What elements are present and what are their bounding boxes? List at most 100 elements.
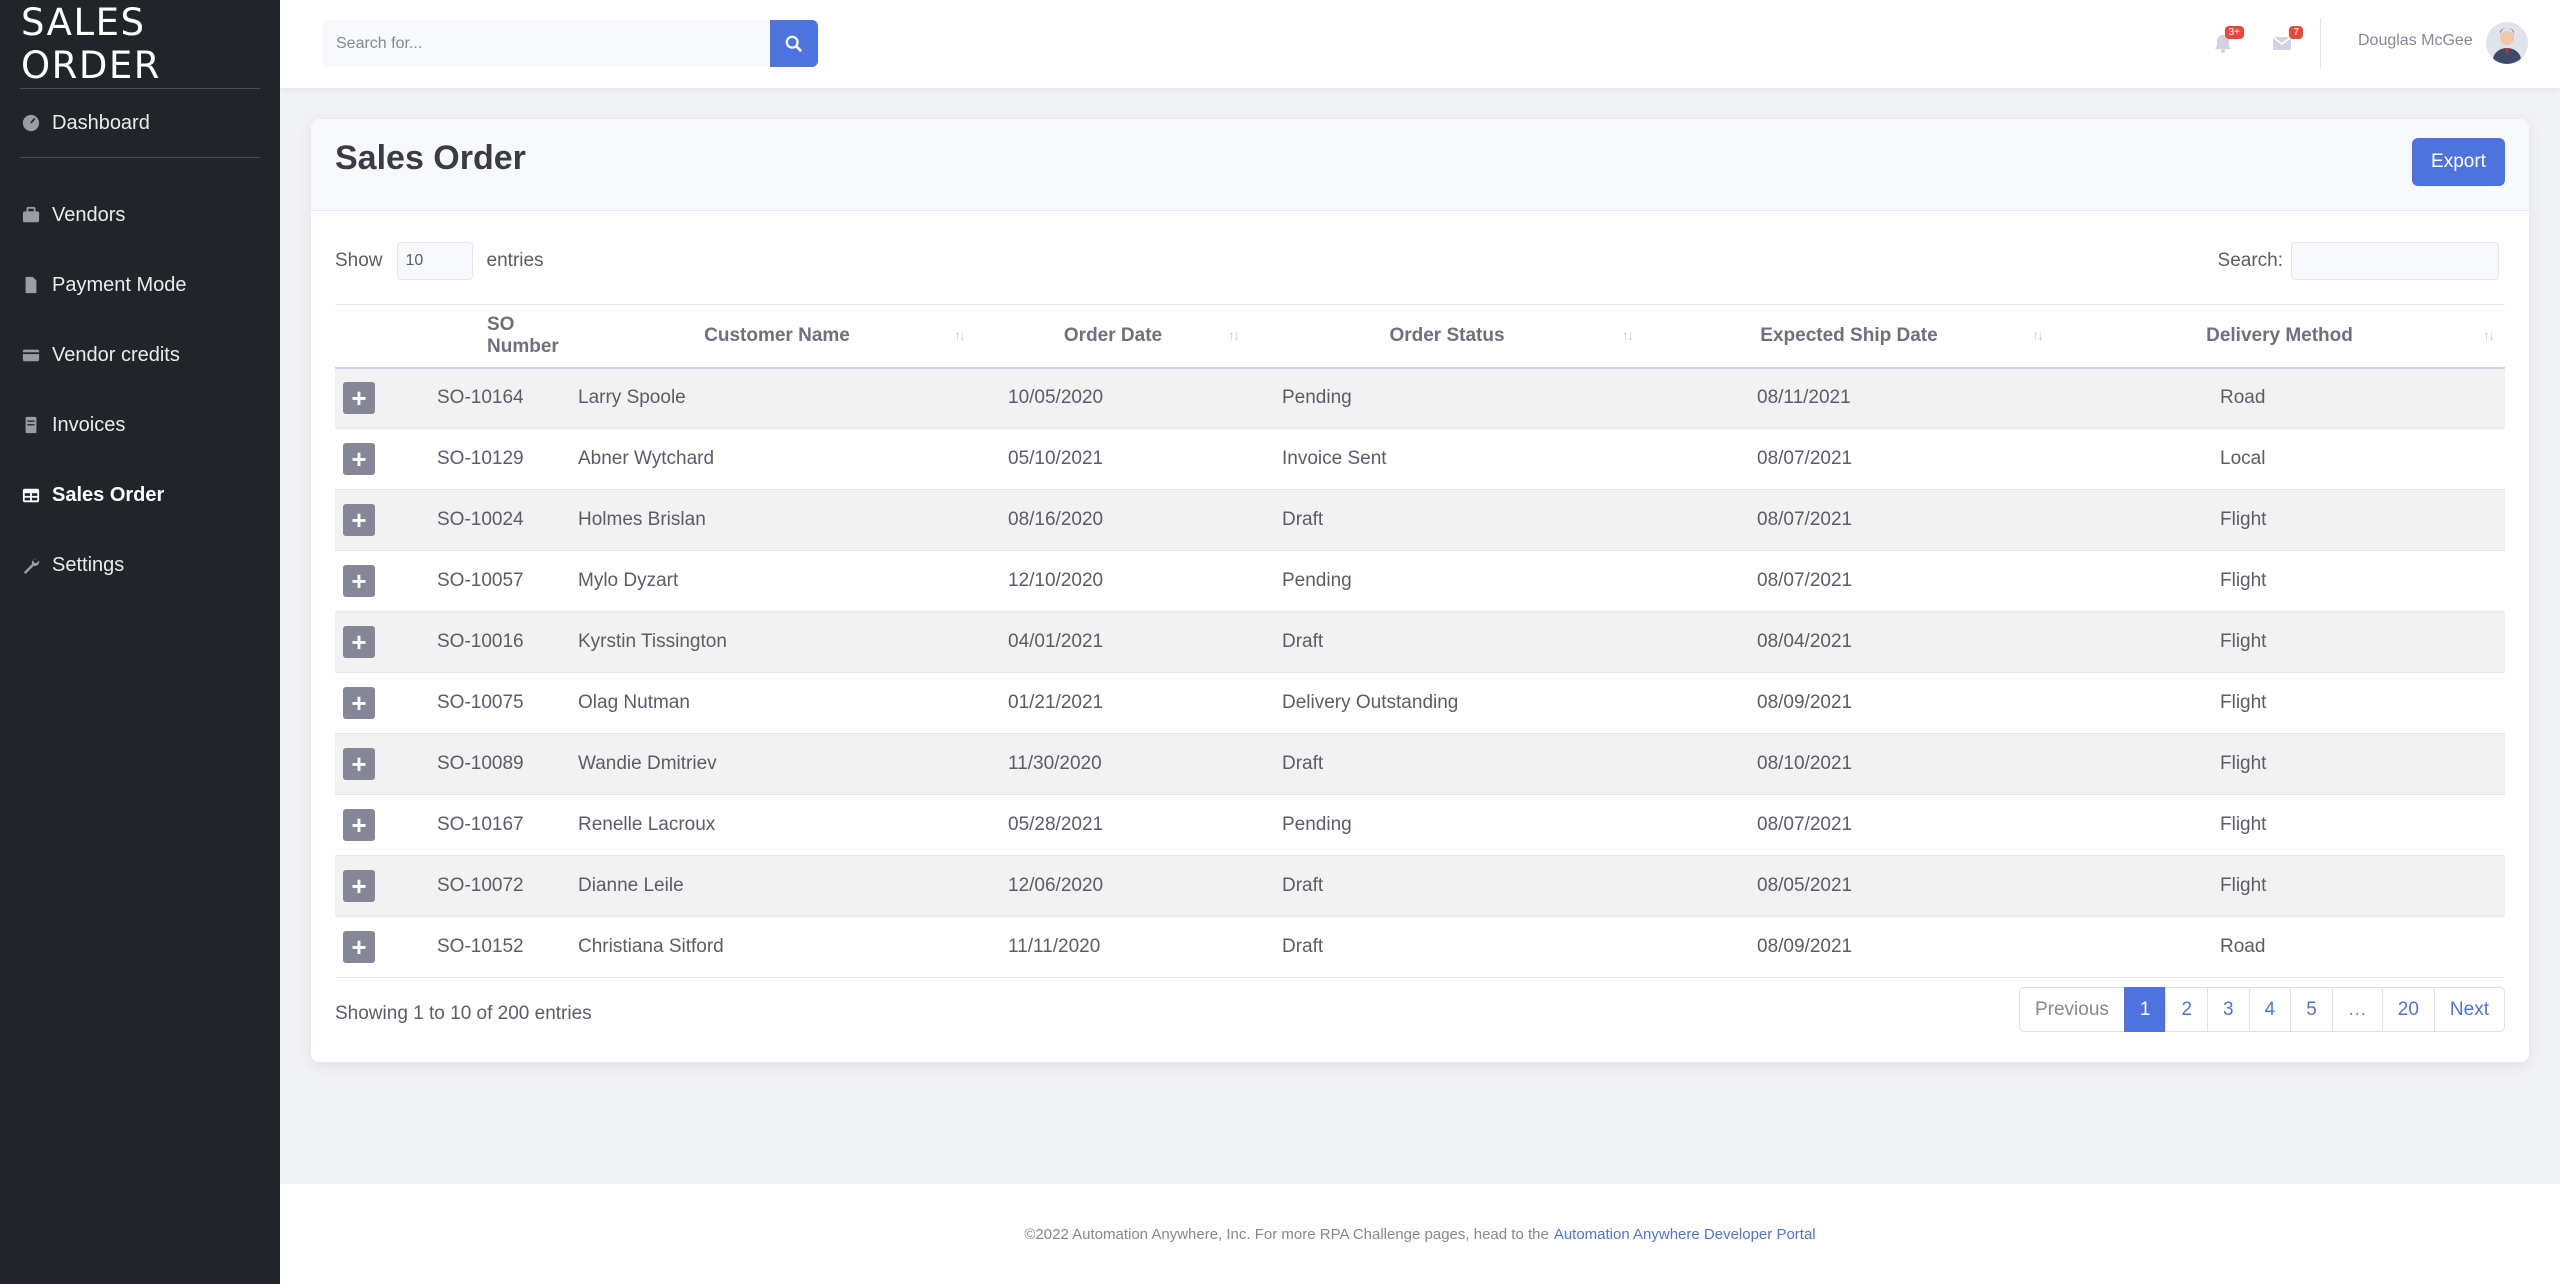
cell-so-number: SO-10089 <box>425 733 578 795</box>
expand-cell: + <box>335 794 425 856</box>
sidebar-item-payment-mode[interactable]: Payment Mode <box>0 250 280 320</box>
cell-delivery-method: Flight <box>2054 794 2505 856</box>
wrench-icon <box>22 556 40 574</box>
sidebar-item-sales-order[interactable]: Sales Order <box>0 460 280 530</box>
cell-expected-ship-date: 08/09/2021 <box>1644 916 2054 978</box>
cell-order-date: 12/06/2020 <box>976 855 1250 917</box>
search-button[interactable] <box>770 20 818 67</box>
column-header-delivery-method[interactable]: Delivery Method ↑↓ <box>2054 304 2505 369</box>
table-row: + SO-10152 Christiana Sitford 11/11/2020 Dra… <box>335 916 2505 978</box>
expand-row-button[interactable]: + <box>343 687 375 719</box>
pagination-previous[interactable]: Previous <box>2018 987 2125 1032</box>
topbar-divider <box>2320 18 2321 68</box>
expand-cell: + <box>335 855 425 917</box>
cell-order-date: 05/28/2021 <box>976 794 1250 856</box>
table-row: + SO-10075 Olag Nutman 01/21/2021 Delivery O… <box>335 672 2505 734</box>
table-row: + SO-10129 Abner Wytchard 05/10/2021 Invoice… <box>335 428 2505 490</box>
avatar[interactable] <box>2486 22 2528 64</box>
cell-so-number: SO-10024 <box>425 489 578 551</box>
developer-portal-link[interactable]: Automation Anywhere Developer Portal <box>1554 1226 1816 1243</box>
sidebar-divider <box>20 157 260 158</box>
alerts-button[interactable]: 3+ <box>2208 26 2244 56</box>
expand-row-button[interactable]: + <box>343 626 375 658</box>
entries-length-control: Show 10 entries <box>335 242 544 280</box>
expand-cell: + <box>335 550 425 612</box>
sort-icon: ↑↓ <box>2032 327 2044 343</box>
table-header-row: SO Number Customer Name ↑↓ Order Date ↑↓ O… <box>335 304 2505 369</box>
card-header: Sales Order Export <box>311 119 2529 211</box>
cell-so-number: SO-10152 <box>425 916 578 978</box>
pagination-page-3[interactable]: 3 <box>2207 987 2250 1032</box>
cell-delivery-method: Flight <box>2054 489 2505 551</box>
cell-delivery-method: Flight <box>2054 855 2505 917</box>
expand-row-button[interactable]: + <box>343 382 375 415</box>
cell-expected-ship-date: 08/07/2021 <box>1644 550 2054 612</box>
cell-delivery-method: Local <box>2054 428 2505 490</box>
column-header-customer-name[interactable]: Customer Name ↑↓ <box>578 304 976 369</box>
pagination-page-5[interactable]: 5 <box>2290 987 2333 1032</box>
cell-order-date: 11/30/2020 <box>976 733 1250 795</box>
cell-order-status: Pending <box>1250 367 1644 429</box>
sort-icon: ↑↓ <box>2483 327 2495 343</box>
column-header-expected-ship-date[interactable]: Expected Ship Date ↑↓ <box>1644 304 2054 369</box>
pagination-next[interactable]: Next <box>2433 987 2505 1032</box>
sidebar: SALES ORDER Dashboard Vendors Payment Mo… <box>0 0 280 1284</box>
export-button[interactable]: Export <box>2412 138 2505 186</box>
search-icon <box>785 35 803 52</box>
column-header-order-date[interactable]: Order Date ↑↓ <box>976 304 1250 369</box>
cell-order-date: 05/10/2021 <box>976 428 1250 490</box>
table-icon <box>22 486 40 504</box>
pagination-page-2[interactable]: 2 <box>2165 987 2209 1032</box>
invoice-icon <box>22 416 40 434</box>
cell-order-status: Draft <box>1250 489 1644 551</box>
cell-expected-ship-date: 08/11/2021 <box>1644 367 2054 429</box>
table-search-label: Search: <box>2217 250 2283 271</box>
sidebar-item-vendors[interactable]: Vendors <box>0 180 280 250</box>
search-input[interactable] <box>322 20 770 67</box>
topbar-search <box>322 20 822 67</box>
sidebar-item-settings[interactable]: Settings <box>0 530 280 600</box>
expand-row-button[interactable]: + <box>343 809 375 841</box>
cell-so-number: SO-10057 <box>425 550 578 612</box>
expand-row-button[interactable]: + <box>343 870 375 902</box>
expand-row-button[interactable]: + <box>343 931 375 963</box>
cell-order-status: Pending <box>1250 794 1644 856</box>
cell-customer-name: Holmes Brislan <box>578 489 976 551</box>
cell-so-number: SO-10167 <box>425 794 578 856</box>
expand-cell: + <box>335 611 425 673</box>
pagination-page-1[interactable]: 1 <box>2123 987 2167 1032</box>
page-title: Sales Order <box>335 139 526 177</box>
expand-row-button[interactable]: + <box>343 443 375 475</box>
cell-order-status: Draft <box>1250 733 1644 795</box>
cell-expected-ship-date: 08/04/2021 <box>1644 611 2054 673</box>
user-name[interactable]: Douglas McGee <box>2358 32 2473 50</box>
messages-badge: 7 <box>2289 26 2303 39</box>
table-row: + SO-10089 Wandie Dmitriev 11/30/2020 Draft 0… <box>335 733 2505 795</box>
table-search-control: Search: <box>2218 242 2499 280</box>
expand-row-button[interactable]: + <box>343 748 375 780</box>
sidebar-item-invoices[interactable]: Invoices <box>0 390 280 460</box>
cell-order-status: Draft <box>1250 916 1644 978</box>
sidebar-item-label: Dashboard <box>52 111 150 134</box>
sidebar-item-label: Payment Mode <box>52 273 187 296</box>
cell-expected-ship-date: 08/07/2021 <box>1644 489 2054 551</box>
table-search-input[interactable] <box>2291 242 2499 280</box>
pagination-page-4[interactable]: 4 <box>2248 987 2292 1032</box>
pagination-page-20[interactable]: 20 <box>2381 987 2435 1032</box>
messages-button[interactable]: 7 <box>2267 26 2303 56</box>
footer-text: ©2022 Automation Anywhere, Inc. For more… <box>1024 1225 1549 1243</box>
column-header-order-status[interactable]: Order Status ↑↓ <box>1250 304 1644 369</box>
alerts-badge: 3+ <box>2224 26 2244 39</box>
column-header-so-number[interactable]: SO Number <box>425 304 578 369</box>
entries-select[interactable]: 10 <box>396 242 473 280</box>
brand-title[interactable]: SALES ORDER <box>0 0 280 88</box>
expand-row-button[interactable]: + <box>343 504 375 536</box>
sidebar-item-dashboard[interactable]: Dashboard <box>0 89 280 157</box>
sidebar-item-label: Sales Order <box>52 483 165 506</box>
expand-row-button[interactable]: + <box>343 565 375 597</box>
table-row: + SO-10024 Holmes Brislan 08/16/2020 Draft 08… <box>335 489 2505 551</box>
sidebar-item-vendor-credits[interactable]: Vendor credits <box>0 320 280 390</box>
table-row: + SO-10072 Dianne Leile 12/06/2020 Draft 08/0… <box>335 855 2505 917</box>
cell-so-number: SO-10129 <box>425 428 578 490</box>
cell-customer-name: Wandie Dmitriev <box>578 733 976 795</box>
